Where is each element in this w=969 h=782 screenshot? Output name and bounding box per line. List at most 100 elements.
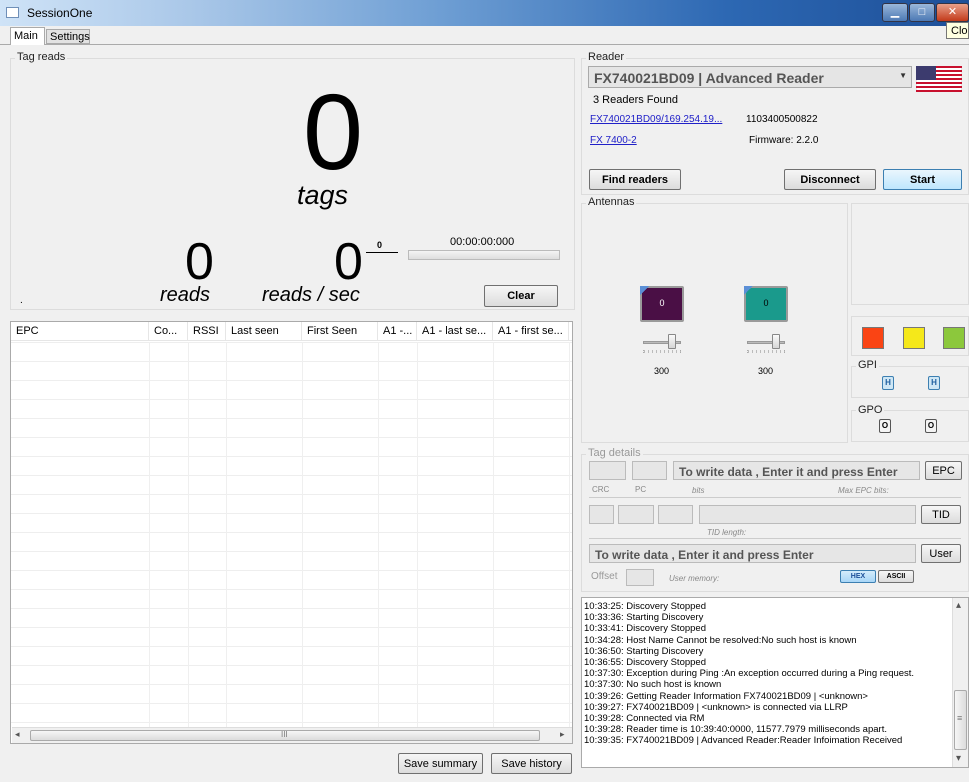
app-icon: [6, 7, 19, 18]
antenna-1-slider-ticks: [643, 350, 681, 353]
minimize-icon: ▁: [890, 6, 900, 18]
tid-field-3[interactable]: [658, 505, 693, 524]
hex-button[interactable]: HEX: [840, 570, 876, 583]
log-line: 10:39:27: FX740021BD09 | <unknown> is co…: [584, 701, 848, 713]
grid-col-line: [149, 342, 150, 727]
details-divider-2: [589, 538, 961, 539]
col-count[interactable]: Co...: [149, 322, 188, 341]
col-a1[interactable]: A1 -...: [378, 322, 417, 341]
tag-reads-label: Tag reads: [15, 51, 68, 63]
epc-input[interactable]: To write data , Enter it and press Enter: [673, 461, 920, 480]
clear-button[interactable]: Clear: [484, 285, 558, 307]
grid-horizontal-scrollbar[interactable]: ◂ III ▸: [12, 727, 572, 743]
tid-button[interactable]: TID: [921, 505, 961, 524]
title-bar[interactable]: [0, 0, 969, 26]
col-a1-first-seen[interactable]: A1 - first se...: [493, 322, 569, 341]
tab-main[interactable]: Main: [10, 27, 45, 45]
grid-col-line: [226, 342, 227, 727]
gpo-2-button[interactable]: O: [925, 419, 937, 433]
col-rssi[interactable]: RSSI: [188, 322, 226, 341]
antenna-1-count: 0: [659, 298, 665, 308]
ascii-button[interactable]: ASCII: [878, 570, 914, 583]
log-line: 10:37:30: Exception during Ping :An exce…: [584, 668, 915, 680]
save-history-button[interactable]: Save history: [491, 753, 572, 774]
col-last-seen[interactable]: Last seen: [226, 322, 302, 341]
scroll-grip-icon: III: [281, 730, 288, 739]
reader-label: Reader: [586, 51, 627, 63]
user-memory-input[interactable]: To write data , Enter it and press Enter: [589, 544, 916, 563]
reads-count: 0: [185, 233, 214, 291]
disconnect-button[interactable]: Disconnect: [784, 169, 876, 190]
reader-model-link[interactable]: FX 7400-2: [590, 135, 637, 146]
log-line: 10:37:30: No such host is known: [584, 679, 722, 691]
grid-body[interactable]: [11, 342, 572, 727]
gpi-2-button[interactable]: H: [928, 376, 940, 390]
reader-address-link[interactable]: FX740021BD09/169.254.19...: [590, 114, 722, 125]
red-indicator: [862, 327, 884, 349]
antenna-2-button[interactable]: 0: [744, 286, 788, 322]
log-line: 10:36:55: Discovery Stopped: [584, 657, 706, 669]
antenna-1-corner-icon: [640, 286, 649, 295]
log-line: 10:39:35: FX740021BD09 | Advanced Reader…: [584, 735, 903, 747]
col-more[interactable]: A: [569, 322, 572, 341]
log-line: 10:39:28: Reader time is 10:39:40:0000, …: [584, 724, 887, 736]
col-epc[interactable]: EPC: [11, 322, 149, 341]
max-epc-bits-label: Max EPC bits:: [838, 486, 889, 495]
tag-grid[interactable]: EPC Co... RSSI Last seen First Seen A1 -…: [10, 321, 573, 744]
antenna-2-slider-ticks: [747, 350, 785, 353]
scroll-down-icon[interactable]: ▾: [956, 753, 961, 764]
gpo-1-button[interactable]: O: [879, 419, 891, 433]
grid-col-line: [417, 342, 418, 727]
epc-input-placeholder: To write data , Enter it and press Enter: [679, 465, 898, 479]
green-indicator: [943, 327, 965, 349]
log-line: 10:33:41: Discovery Stopped: [584, 623, 706, 635]
antenna-1-button[interactable]: 0: [640, 286, 684, 322]
antennas-label: Antennas: [586, 196, 637, 208]
save-summary-button[interactable]: Save summary: [398, 753, 483, 774]
close-button[interactable]: ✕: [936, 3, 969, 22]
scroll-up-icon[interactable]: ▴: [956, 600, 961, 611]
reader-info-panel: [851, 203, 969, 305]
maximize-button[interactable]: □: [909, 3, 935, 22]
tid-input[interactable]: [699, 505, 916, 524]
log-scroll-thumb[interactable]: ≡: [954, 690, 967, 750]
scroll-grip-icon: ≡: [957, 713, 963, 723]
reader-select-value: FX740021BD09 | Advanced Reader: [594, 70, 824, 86]
grid-col-line: [378, 342, 379, 727]
rate-small: 0: [377, 240, 383, 250]
log-line: 10:34:28: Host Name Cannot be resolved:N…: [584, 634, 857, 646]
user-button[interactable]: User: [921, 544, 961, 563]
gpi-1-button[interactable]: H: [882, 376, 894, 390]
minimize-button[interactable]: ▁: [882, 3, 908, 22]
close-tooltip: Clo: [946, 22, 969, 39]
epc-button[interactable]: EPC: [925, 461, 962, 480]
chevron-down-icon[interactable]: ▼: [899, 71, 907, 80]
pc-field[interactable]: [632, 461, 667, 480]
pc-label: PC: [635, 485, 647, 494]
scroll-left-icon[interactable]: ◂: [15, 729, 20, 740]
antenna-2-slider-thumb[interactable]: [772, 334, 780, 349]
tid-field-2[interactable]: [618, 505, 654, 524]
scroll-right-icon[interactable]: ▸: [560, 729, 565, 740]
grid-col-line: [569, 342, 570, 727]
col-a1-last-seen[interactable]: A1 - last se...: [417, 322, 493, 341]
log-line: 10:33:36: Starting Discovery: [584, 612, 704, 624]
us-flag-icon: [916, 66, 962, 92]
crc-field[interactable]: [589, 461, 626, 480]
grid-col-line: [302, 342, 303, 727]
log-line: 10:39:28: Connected via RM: [584, 713, 705, 725]
log-vertical-scrollbar[interactable]: ▴ ≡ ▾: [952, 598, 968, 767]
bits-label: bits: [692, 486, 705, 495]
antenna-1-slider-thumb[interactable]: [668, 334, 676, 349]
scroll-thumb[interactable]: III: [30, 730, 540, 741]
tab-settings[interactable]: Settings: [46, 29, 90, 44]
offset-input[interactable]: [626, 569, 654, 586]
reader-select[interactable]: FX740021BD09 | Advanced Reader ▼: [588, 66, 912, 88]
tag-count: 0: [303, 71, 364, 192]
col-first-seen[interactable]: First Seen: [302, 322, 378, 341]
event-log[interactable]: 10:33:25: Discovery Stopped 10:33:36: St…: [581, 597, 969, 768]
tid-field-1[interactable]: [589, 505, 614, 524]
find-readers-button[interactable]: Find readers: [589, 169, 681, 190]
log-lines: 10:33:25: Discovery Stopped 10:33:36: St…: [582, 601, 952, 747]
start-button[interactable]: Start: [883, 169, 962, 190]
